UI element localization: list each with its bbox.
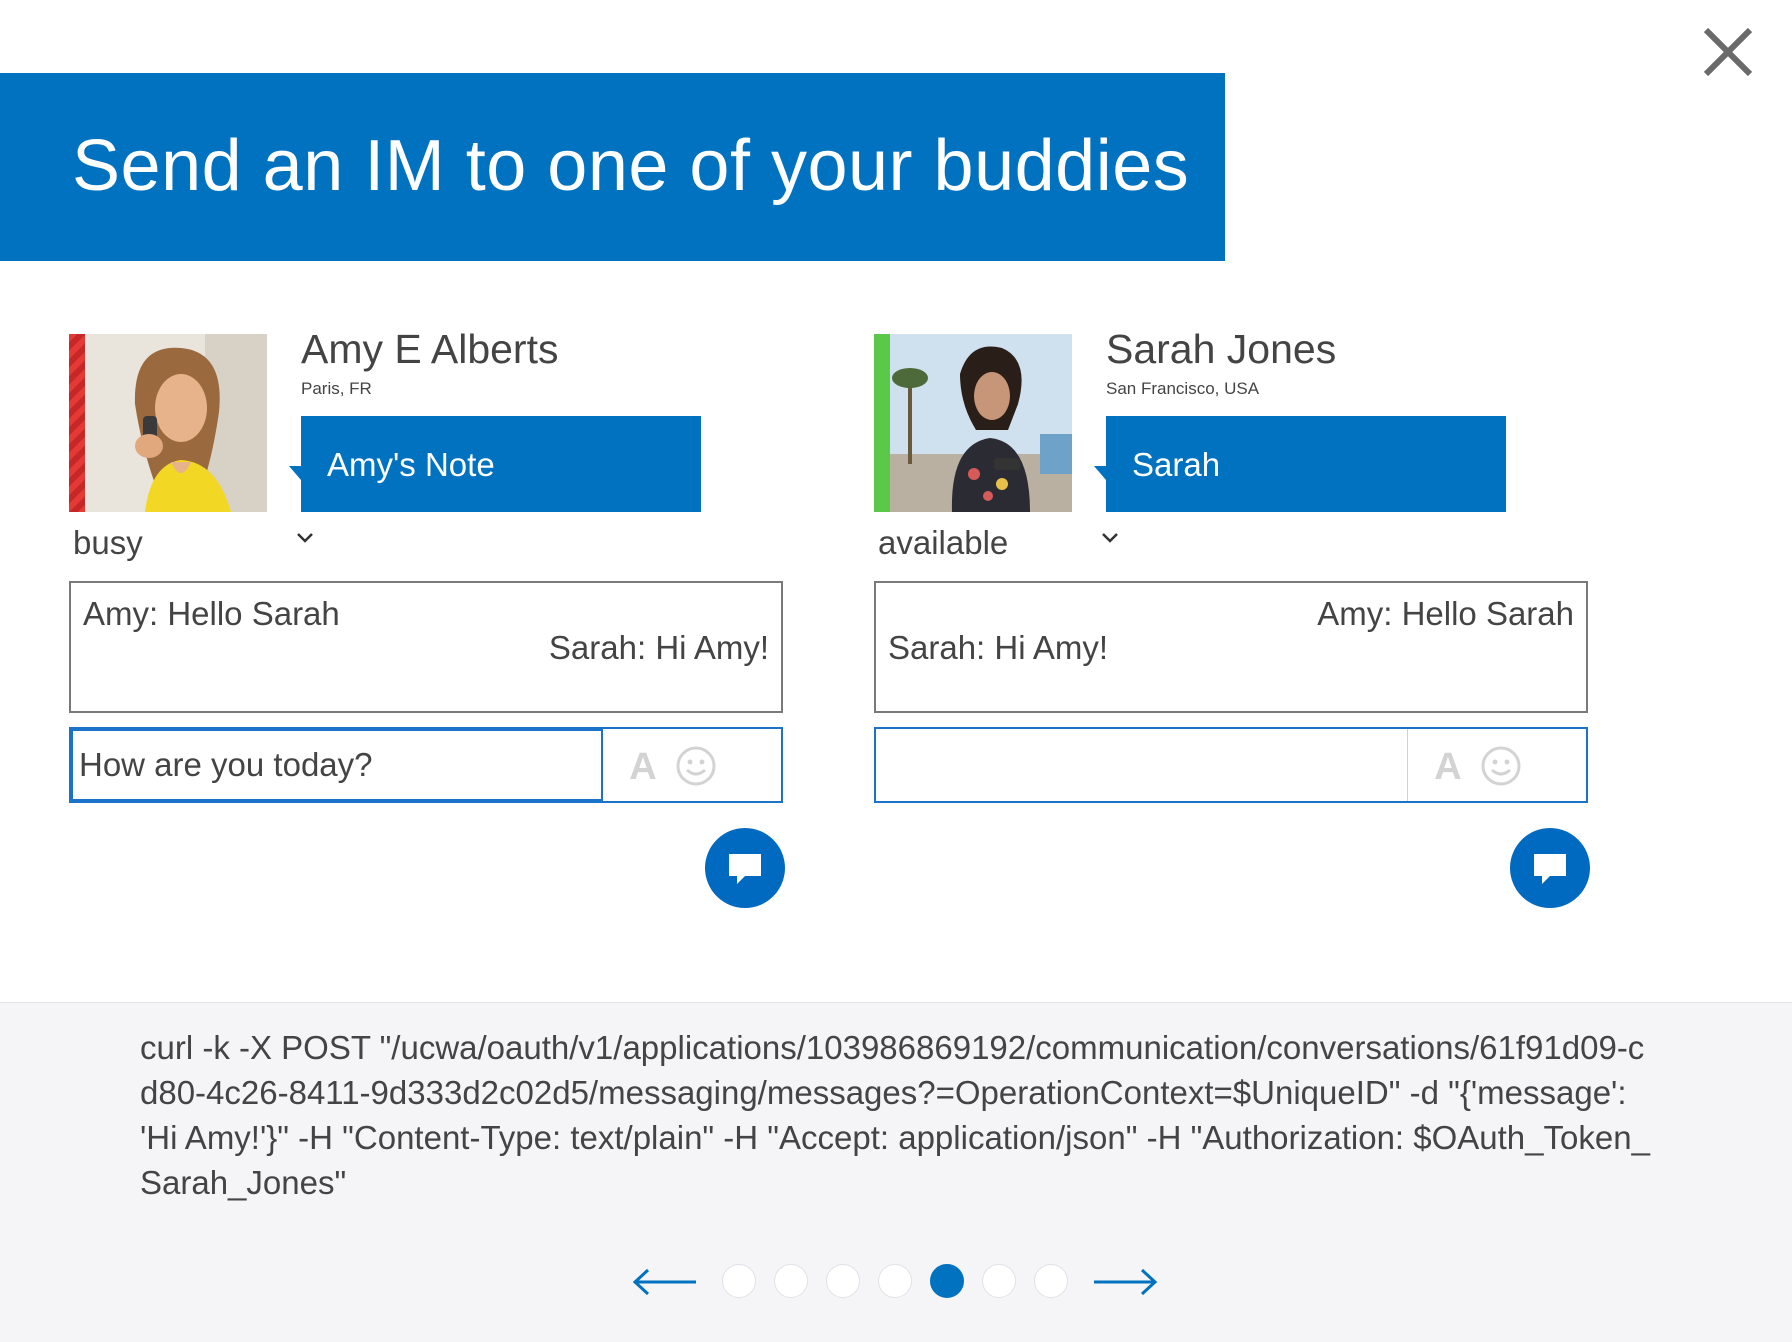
- code-sample: curl -k -X POST "/ucwa/oauth/v1/applicat…: [140, 1029, 1650, 1201]
- page-dot-active[interactable]: [930, 1264, 964, 1298]
- page-dot[interactable]: [1034, 1264, 1068, 1298]
- status-dropdown[interactable]: available: [874, 520, 1124, 564]
- message-line: Sarah: Hi Amy!: [548, 629, 769, 666]
- svg-text:A: A: [629, 746, 656, 787]
- arrow-left-icon[interactable]: [630, 1264, 700, 1300]
- note-bubble: Amy's Note: [289, 416, 701, 512]
- avatar: [69, 334, 267, 512]
- message-line: Amy: Hello Sarah: [1317, 595, 1574, 632]
- chevron-down-icon: [1102, 533, 1118, 543]
- buddy-name: Sarah Jones: [1106, 326, 1337, 372]
- presence-indicator-busy: [69, 334, 85, 512]
- close-icon: [1703, 27, 1753, 77]
- page-dot[interactable]: [774, 1264, 808, 1298]
- compose-bar: A: [874, 727, 1588, 803]
- presence-indicator-available: [874, 334, 890, 512]
- page-title: Send an IM to one of your buddies: [72, 126, 1190, 206]
- title-banner: Send an IM to one of your buddies: [0, 73, 1225, 261]
- pager: [630, 1256, 1170, 1308]
- avatar: [874, 334, 1072, 512]
- conversation-history: Amy: Hello Sarah Sarah: Hi Amy!: [69, 581, 783, 713]
- page-dot[interactable]: [878, 1264, 912, 1298]
- svg-text:A: A: [1434, 746, 1461, 787]
- buddy-name: Amy E Alberts: [301, 326, 559, 372]
- page-dot[interactable]: [722, 1264, 756, 1298]
- chat-bubble-icon: [1534, 854, 1566, 884]
- buddy-panel-sarah: Sarah Jones San Francisco, USA Sarah ava…: [874, 326, 1594, 914]
- message-input[interactable]: [71, 729, 603, 801]
- chevron-down-icon: [297, 533, 313, 543]
- message-line: Sarah: Hi Amy!: [888, 629, 1109, 666]
- message-input[interactable]: [876, 729, 1408, 801]
- amy-photo: [85, 334, 267, 512]
- status-value: available: [878, 524, 1009, 561]
- note-bubble: Sarah: [1094, 416, 1506, 512]
- arrow-right-icon[interactable]: [1090, 1264, 1160, 1300]
- note-text: Amy's Note: [327, 446, 495, 483]
- emoji-icon[interactable]: [675, 745, 717, 787]
- buddy-location: San Francisco, USA: [1106, 379, 1260, 398]
- sarah-photo: [890, 334, 1072, 512]
- chat-bubble-icon: [729, 854, 761, 884]
- compose-bar: A: [69, 727, 783, 803]
- font-icon[interactable]: A: [1428, 743, 1468, 787]
- note-text: Sarah: [1132, 446, 1221, 483]
- send-button[interactable]: [1510, 828, 1590, 908]
- emoji-icon[interactable]: [1480, 745, 1522, 787]
- message-line: Amy: Hello Sarah: [83, 595, 340, 632]
- page-dot[interactable]: [982, 1264, 1016, 1298]
- font-icon[interactable]: A: [623, 743, 663, 787]
- page-dot[interactable]: [826, 1264, 860, 1298]
- buddy-location: Paris, FR: [301, 379, 372, 398]
- status-value: busy: [73, 524, 143, 561]
- send-button[interactable]: [705, 828, 785, 908]
- buddy-panel-amy: Amy E Alberts Paris, FR Amy's Note busy …: [69, 326, 789, 914]
- conversation-history: Amy: Hello Sarah Sarah: Hi Amy!: [874, 581, 1588, 713]
- close-button[interactable]: [1700, 24, 1756, 80]
- status-dropdown[interactable]: busy: [69, 520, 319, 564]
